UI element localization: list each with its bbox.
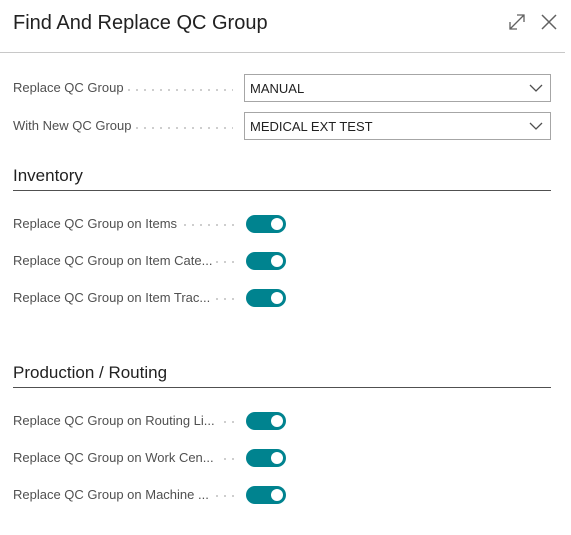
chevron-down-icon [529,122,543,130]
toggle-knob [271,255,283,267]
toggle-row-items: Replace QC Group on Items [13,213,313,235]
toggle-label: Replace QC Group on Item Trac... [13,290,215,305]
replace-qc-group-label: Replace QC Group [13,80,128,95]
toggle-label: Replace QC Group on Machine ... [13,487,213,502]
toggle-label: Replace QC Group on Routing Li... [13,413,219,428]
toggle-knob [271,218,283,230]
toggle-label: Replace QC Group on Item Cate... [13,253,217,268]
close-icon[interactable] [539,12,559,32]
with-new-qc-group-select[interactable]: MEDICAL EXT TEST [244,112,551,140]
toggle-knob [271,292,283,304]
toggle-row-work-centers: Replace QC Group on Work Cen... [13,447,313,469]
inventory-section-title: Inventory [13,166,551,191]
replace-qc-group-select[interactable]: MANUAL [244,74,551,102]
toggle-row-machine-centers: Replace QC Group on Machine ... [13,484,313,506]
replace-qc-group-value: MANUAL [250,81,305,96]
replace-on-item-tracking-toggle[interactable] [246,289,286,307]
toggle-knob [271,452,283,464]
replace-on-routing-lines-toggle[interactable] [246,412,286,430]
with-new-qc-group-row: With New QC Group MEDICAL EXT TEST [13,112,551,140]
toggle-row-item-categories: Replace QC Group on Item Cate... [13,250,313,272]
replace-qc-group-row: Replace QC Group MANUAL [13,74,551,102]
replace-on-item-categories-toggle[interactable] [246,252,286,270]
replace-on-machine-centers-toggle[interactable] [246,486,286,504]
chevron-down-icon [529,84,543,92]
dialog-header: Find And Replace QC Group [0,0,565,53]
toggle-row-item-tracking: Replace QC Group on Item Trac... [13,287,313,309]
find-replace-qc-group-dialog: Find And Replace QC Group Replace QC Gro… [0,0,571,535]
toggle-row-routing-lines: Replace QC Group on Routing Li... [13,410,313,432]
replace-on-items-toggle[interactable] [246,215,286,233]
toggle-knob [271,489,283,501]
replace-on-work-centers-toggle[interactable] [246,449,286,467]
toggle-knob [271,415,283,427]
with-new-qc-group-value: MEDICAL EXT TEST [250,119,373,134]
dialog-title: Find And Replace QC Group [13,12,268,34]
toggle-label: Replace QC Group on Work Cen... [13,450,218,465]
with-new-qc-group-label: With New QC Group [13,118,136,133]
production-routing-section-title: Production / Routing [13,363,551,388]
toggle-label: Replace QC Group on Items [13,216,182,231]
expand-icon[interactable] [507,12,527,32]
